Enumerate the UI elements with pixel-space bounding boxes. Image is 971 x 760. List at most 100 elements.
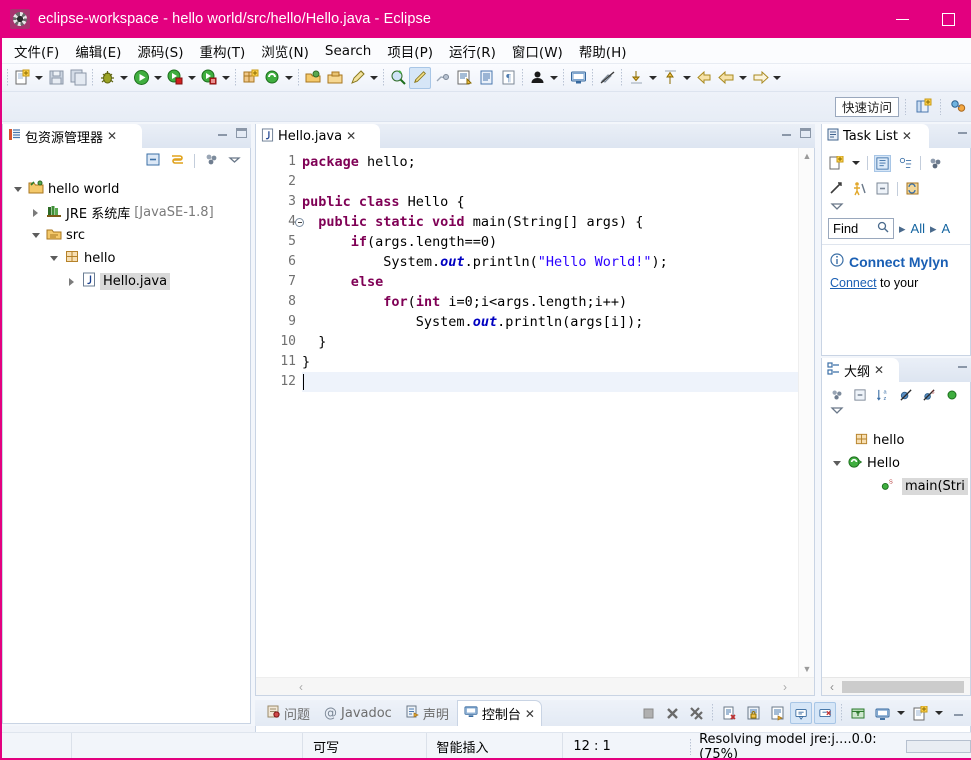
step-up-icon[interactable] xyxy=(659,67,681,89)
scroll-right-icon[interactable]: › xyxy=(776,678,794,696)
menu-search[interactable]: Search xyxy=(317,40,379,62)
open-type-icon[interactable] xyxy=(302,67,324,89)
tab-declaration[interactable]: 声明 xyxy=(400,702,455,725)
debug-bug-icon[interactable] xyxy=(96,67,118,89)
minimize-icon[interactable] xyxy=(947,702,969,724)
link-with-editor-icon[interactable] xyxy=(170,152,185,170)
collapse-all-icon[interactable] xyxy=(146,152,161,170)
display-selected-console-icon[interactable] xyxy=(871,702,893,724)
step-up-dropdown[interactable] xyxy=(681,67,693,89)
scroll-left-icon[interactable]: ‹ xyxy=(292,678,310,696)
run-icon[interactable] xyxy=(130,67,152,89)
scheduled-mode-icon[interactable] xyxy=(897,155,914,172)
show-console-on-output-icon[interactable] xyxy=(790,702,812,724)
filter-all-label[interactable]: All xyxy=(911,221,925,236)
filter-next-arrow-icon[interactable]: ▸ xyxy=(930,221,937,237)
menu-navigate[interactable]: 浏览(N) xyxy=(253,38,317,64)
editor-horizontal-scrollbar[interactable]: ‹ › xyxy=(256,677,814,695)
search-icon[interactable] xyxy=(387,67,409,89)
minimize-icon[interactable] xyxy=(958,128,967,134)
new-wizard-dropdown[interactable] xyxy=(33,67,45,89)
forward-dropdown[interactable] xyxy=(771,67,783,89)
source-code[interactable]: package hello; public class Hello { publ… xyxy=(302,148,798,677)
remove-all-launches-icon[interactable] xyxy=(685,702,707,724)
view-menu-icon[interactable] xyxy=(927,155,944,172)
scroll-left-icon[interactable]: ‹ xyxy=(824,678,840,695)
chevron-right-icon[interactable] xyxy=(65,275,78,288)
menu-edit[interactable]: 编辑(E) xyxy=(67,38,129,64)
remove-launch-icon[interactable] xyxy=(661,702,683,724)
maximize-icon[interactable] xyxy=(800,128,811,138)
scroll-up-icon[interactable]: ▲ xyxy=(799,148,815,164)
focus-on-workweek-icon[interactable] xyxy=(828,180,845,197)
user-dropdown[interactable] xyxy=(548,67,560,89)
debug-dropdown[interactable] xyxy=(118,67,130,89)
scroll-thumb[interactable] xyxy=(842,681,964,693)
close-icon[interactable]: ✕ xyxy=(346,130,356,142)
run-external-tools-icon[interactable] xyxy=(164,67,186,89)
chevron-down-icon[interactable] xyxy=(228,153,241,169)
open-task-icon[interactable] xyxy=(324,67,346,89)
minimize-icon[interactable] xyxy=(218,130,227,136)
new-java-package-icon[interactable] xyxy=(239,67,261,89)
tree-item-hello-package[interactable]: hello xyxy=(3,247,250,270)
collapse-all-icon[interactable] xyxy=(874,180,891,197)
user-icon[interactable] xyxy=(526,67,548,89)
pilcrow-icon[interactable]: ¶ xyxy=(497,67,519,89)
menu-window[interactable]: 窗口(W) xyxy=(504,38,571,64)
hide-static-icon[interactable]: S xyxy=(920,386,937,403)
package-explorer-tab[interactable]: 包资源管理器 ✕ xyxy=(2,124,142,148)
chevron-right-icon[interactable] xyxy=(29,206,42,219)
editor-tab-hello-java[interactable]: Hello.java ✕ xyxy=(255,124,380,148)
menu-refactor[interactable]: 重构(T) xyxy=(192,38,254,64)
tree-item-jre-library[interactable]: JRE 系统库 [JavaSE-1.8] xyxy=(3,201,250,224)
filter-a-label[interactable]: A xyxy=(942,221,951,236)
collapse-all-icon[interactable] xyxy=(851,386,868,403)
chevron-down-icon[interactable] xyxy=(830,201,844,215)
new-class-dropdown[interactable] xyxy=(283,67,295,89)
chevron-down-icon[interactable] xyxy=(830,457,843,470)
status-progress-task[interactable]: Resolving model jre:j....0.0: (75%) xyxy=(699,732,971,760)
console-icon[interactable] xyxy=(567,67,589,89)
terminate-icon[interactable] xyxy=(637,702,659,724)
coverage-icon[interactable] xyxy=(198,67,220,89)
view-menu-icon[interactable] xyxy=(828,386,845,403)
synchronize-icon[interactable] xyxy=(904,180,921,197)
new-java-class-icon[interactable] xyxy=(261,67,283,89)
save-icon[interactable] xyxy=(45,67,67,89)
open-perspective-icon[interactable] xyxy=(912,96,934,118)
connect-link[interactable]: Connect xyxy=(830,276,877,290)
coverage-dropdown[interactable] xyxy=(220,67,232,89)
minimize-button[interactable] xyxy=(879,0,925,38)
scroll-down-icon[interactable]: ▼ xyxy=(799,661,815,677)
menu-run[interactable]: 运行(R) xyxy=(441,38,504,64)
chevron-down-icon[interactable] xyxy=(11,183,24,196)
new-task-dropdown[interactable] xyxy=(851,152,861,174)
close-icon[interactable]: ✕ xyxy=(525,708,535,720)
display-console-dropdown[interactable] xyxy=(895,702,907,724)
task-list-tab[interactable]: Task List ✕ xyxy=(821,124,929,148)
outline-horizontal-scrollbar[interactable]: ‹ xyxy=(822,677,970,695)
outline-tab[interactable]: 大纲 ✕ xyxy=(821,358,899,382)
tab-console[interactable]: 控制台 ✕ xyxy=(456,700,542,726)
find-input[interactable]: Find xyxy=(828,218,894,239)
back-dropdown[interactable] xyxy=(737,67,749,89)
tab-javadoc[interactable]: @ Javadoc xyxy=(318,704,398,723)
external-tools-dropdown[interactable] xyxy=(186,67,198,89)
hide-nonpublic-icon[interactable] xyxy=(943,386,960,403)
toggle-mark-occurrences-icon[interactable] xyxy=(431,67,453,89)
hide-fields-icon[interactable] xyxy=(897,386,914,403)
menu-source[interactable]: 源码(S) xyxy=(129,38,191,64)
categorized-mode-icon[interactable] xyxy=(874,154,891,172)
back-history-icon[interactable] xyxy=(693,67,715,89)
editor-vertical-scrollbar[interactable]: ▲ ▼ xyxy=(798,148,814,677)
sort-icon[interactable]: az xyxy=(874,386,891,403)
chevron-down-icon[interactable] xyxy=(830,405,844,419)
new-task-icon[interactable] xyxy=(828,155,845,172)
maximize-icon[interactable] xyxy=(236,128,247,138)
minimize-icon[interactable] xyxy=(782,130,791,136)
java-perspective-icon[interactable] xyxy=(947,96,969,118)
tab-problems[interactable]: 问题 xyxy=(261,702,316,725)
close-icon[interactable]: ✕ xyxy=(107,130,117,142)
outline-item-main-method[interactable]: S main(Stri xyxy=(822,475,970,498)
